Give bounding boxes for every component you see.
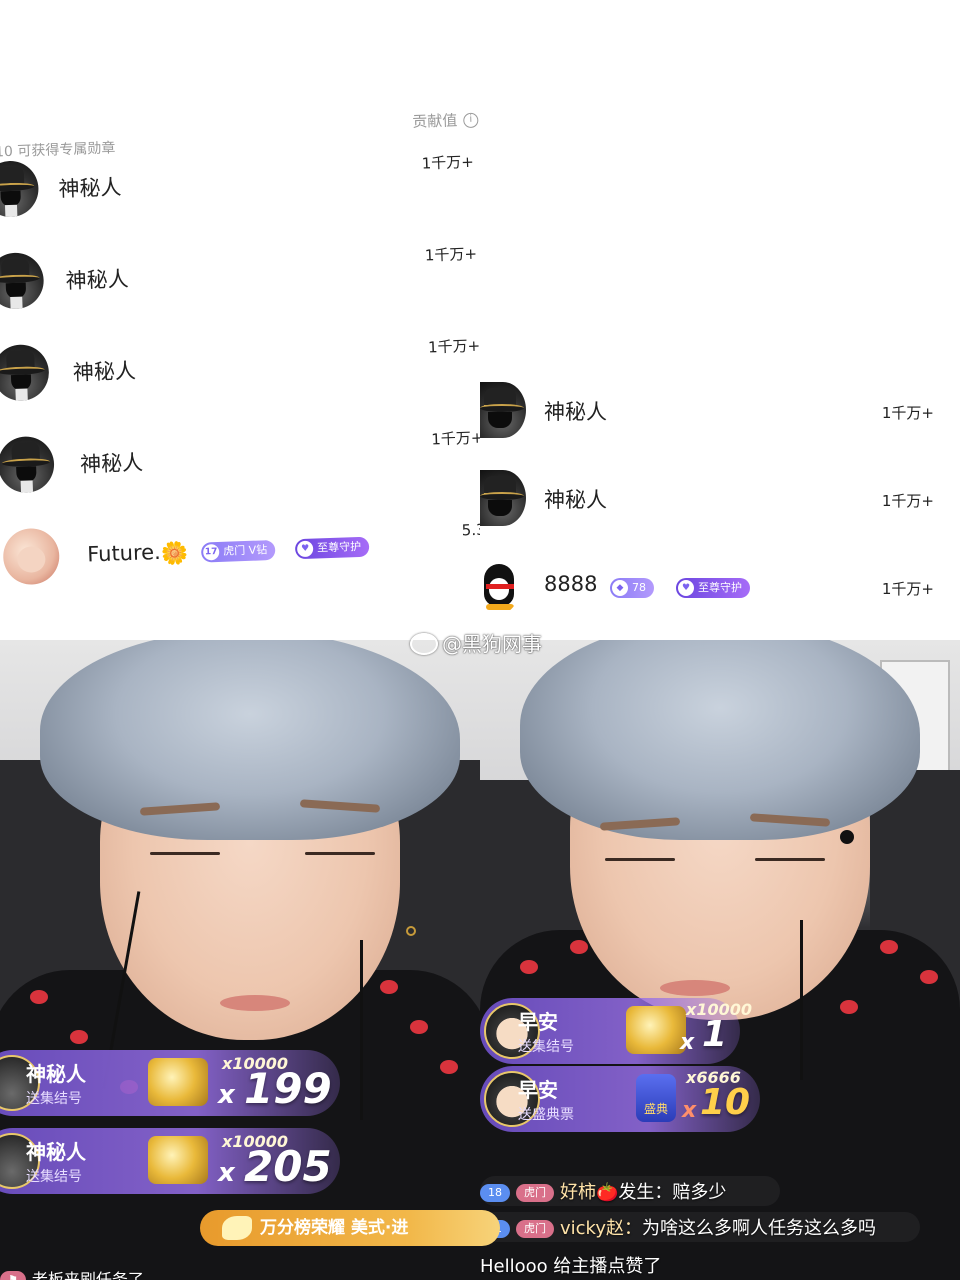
live-stream-left: 神秘人 送集结号 x10000 x 199 神秘人 送集结号 x10000 x … [0, 640, 480, 1280]
sender-name: 神秘人 [26, 1140, 86, 1164]
gift-notification[interactable]: 神秘人 送集结号 x10000 x 205 [0, 1128, 340, 1194]
contribution-value: 1千万+ [881, 404, 934, 422]
chat-message: ⚑ 老板来刷任务了 [0, 1266, 144, 1280]
gift-notification[interactable]: 神秘人 送集结号 x10000 x 199 [0, 1050, 340, 1116]
mystery-avatar[interactable] [0, 251, 45, 310]
ranking-panel-right: 神秘人 1千万+ 神秘人 1千万+ 8888 ◆ 78 ♥ 至尊守护 1千万+ [480, 0, 960, 640]
user-avatar[interactable] [2, 527, 61, 586]
mystery-avatar[interactable] [480, 470, 526, 526]
ticket-gift-icon: 盛典 [636, 1074, 676, 1122]
user-name: 神秘人 [544, 488, 607, 512]
contribution-value: 1千万+ [881, 580, 934, 598]
guild-pill: 虎门 [516, 1184, 554, 1202]
gift-count: 199 [244, 1064, 332, 1113]
contribution-value: 1千万+ [427, 336, 480, 357]
guard-badge: ♥ 至尊守护 [294, 536, 370, 560]
chat-text: 发生：赔多少 [618, 1182, 727, 1203]
user-name: 神秘人 [544, 400, 607, 424]
gift-notification[interactable]: 早安 送盛典票 盛典 x6666 x 10 [480, 1066, 760, 1132]
trumpet-gift-icon [626, 1006, 686, 1054]
chat-text: 为啥这么多啊人任务这么多吗 [641, 1218, 876, 1239]
user-name: 神秘人 [58, 175, 122, 202]
mystery-avatar[interactable] [0, 160, 40, 218]
shield-icon: ♥ [678, 580, 694, 596]
ranking-row[interactable]: 神秘人 1千万+ [0, 143, 480, 252]
ranking-row[interactable]: 神秘人 1千万+ [480, 470, 960, 558]
contribution-label: 贡献值 i [412, 109, 479, 132]
contribution-value: 1千万+ [881, 492, 934, 510]
live-stream-right: 早安 送集结号 x10000 x 1 早安 送盛典票 盛典 x6666 x 10… [480, 640, 960, 1280]
guard-badge: ♥ 至尊守护 [676, 578, 750, 598]
info-icon[interactable]: i [463, 112, 479, 129]
chat-message: 21虎门vicky赵：为啥这么多啊人任务这么多吗 [480, 1214, 876, 1240]
chat-nick: vicky赵： [560, 1218, 642, 1239]
mystery-avatar[interactable] [480, 382, 526, 438]
penguin-avatar[interactable] [480, 558, 520, 614]
user-name: 神秘人 [65, 266, 130, 294]
trumpet-gift-icon [148, 1058, 208, 1106]
ranking-row[interactable]: 神秘人 1千万+ [0, 418, 480, 527]
gift-action: 送集结号 [26, 1091, 82, 1107]
system-message: Hellooo 给主播点赞了 [480, 1256, 662, 1277]
honor-banner[interactable]: 万分榜荣耀 美式·进 [200, 1210, 500, 1246]
gift-count: 1 [702, 1014, 728, 1055]
guild-pill: 虎门 [516, 1220, 554, 1238]
sender-name: 早安 [518, 1010, 558, 1034]
weibo-icon [410, 633, 438, 655]
plane-icon [222, 1216, 252, 1240]
user-name: 神秘人 [79, 450, 144, 477]
user-name: 神秘人 [72, 358, 137, 385]
fan-level-badge: ◆ 78 [610, 578, 654, 598]
contribution-value: 5.3万 [461, 520, 480, 540]
gift-action: 送盛典票 [518, 1107, 574, 1123]
ranking-row[interactable]: 神秘人 1千万+ [480, 382, 960, 470]
streamer-hair [520, 640, 920, 840]
trumpet-gift-icon [148, 1136, 208, 1184]
gift-count: 205 [244, 1142, 332, 1191]
chat-nick: 好柿 [560, 1182, 596, 1203]
mystery-avatar[interactable] [0, 435, 56, 494]
gift-count: 10 [700, 1082, 751, 1123]
mystery-avatar[interactable] [0, 343, 50, 402]
user-name: Future.🌼 [86, 539, 189, 567]
contribution-value: 1千万+ [424, 244, 478, 265]
contribution-value: 1千万+ [421, 152, 475, 173]
gift-notification[interactable]: 早安 送集结号 x10000 x 1 [480, 998, 752, 1064]
streamer-hair [40, 640, 460, 840]
sender-name: 神秘人 [26, 1062, 86, 1086]
user-name: 8888 [544, 572, 598, 596]
gift-action: 送集结号 [26, 1169, 82, 1185]
gift-action: 送集结号 [518, 1039, 574, 1055]
ranking-row[interactable]: 神秘人 1千万+ [0, 234, 480, 343]
ranking-row[interactable]: Future.🌼 17 虎门 V钻 ♥ 至尊守护 5.3万 [0, 510, 480, 619]
ranking-row[interactable]: 神秘人 1千万+ [0, 326, 480, 435]
sender-name: 早安 [518, 1078, 558, 1102]
chat-message: 18 虎门 好柿🍅发生：赔多少 [480, 1178, 726, 1204]
fan-level-badge: 17 虎门 V钻 [200, 539, 276, 563]
level-pill: 18 [480, 1184, 510, 1202]
flower-icon: 🌼 [160, 541, 189, 567]
watermark: @黑狗网事 [410, 628, 542, 657]
ranking-panel-left: 前10 可获得专属勋章 贡献值 i 神秘人 1千万+ 神秘人 1千万+ 神秘人 1… [0, 0, 480, 640]
ranking-row[interactable]: 8888 ◆ 78 ♥ 至尊守护 1千万+ [480, 558, 960, 640]
contribution-value: 1千万+ [430, 428, 480, 449]
shield-icon: ♥ [296, 540, 314, 558]
